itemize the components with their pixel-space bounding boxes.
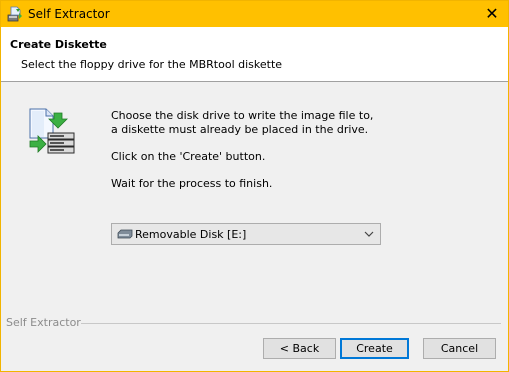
self-extractor-icon: [7, 6, 22, 22]
create-button[interactable]: Create: [340, 338, 409, 359]
drive-select-value: Removable Disk [E:]: [135, 228, 247, 241]
page-subtitle: Select the floppy drive for the MBRtool …: [21, 58, 283, 71]
wizard-header: Create Diskette Select the floppy drive …: [1, 27, 508, 82]
footer-group-label: Self Extractor: [6, 316, 81, 329]
instruction-line-1: Choose the disk drive to write the image…: [111, 109, 374, 122]
chevron-down-icon: [364, 231, 374, 237]
drive-select-dropdown[interactable]: Removable Disk [E:]: [111, 223, 381, 245]
close-icon: ✕: [485, 4, 499, 23]
window-title: Self Extractor: [28, 7, 110, 21]
instructions-text: Choose the disk drive to write the image…: [111, 109, 471, 191]
instruction-line-4: Wait for the process to finish.: [111, 177, 273, 190]
instruction-line-2: a diskette must already be placed in the…: [111, 123, 369, 136]
footer-divider: [77, 323, 501, 324]
floppy-write-icon: [29, 108, 75, 154]
page-title: Create Diskette: [10, 38, 107, 51]
close-button[interactable]: ✕: [476, 1, 508, 27]
instruction-line-3: Click on the 'Create' button.: [111, 150, 266, 163]
removable-disk-icon: [117, 229, 133, 239]
self-extractor-window: Self Extractor ✕ Create Diskette Select …: [0, 0, 509, 372]
back-button[interactable]: < Back: [263, 338, 336, 359]
title-bar[interactable]: Self Extractor ✕: [1, 1, 508, 27]
cancel-button[interactable]: Cancel: [423, 338, 496, 359]
